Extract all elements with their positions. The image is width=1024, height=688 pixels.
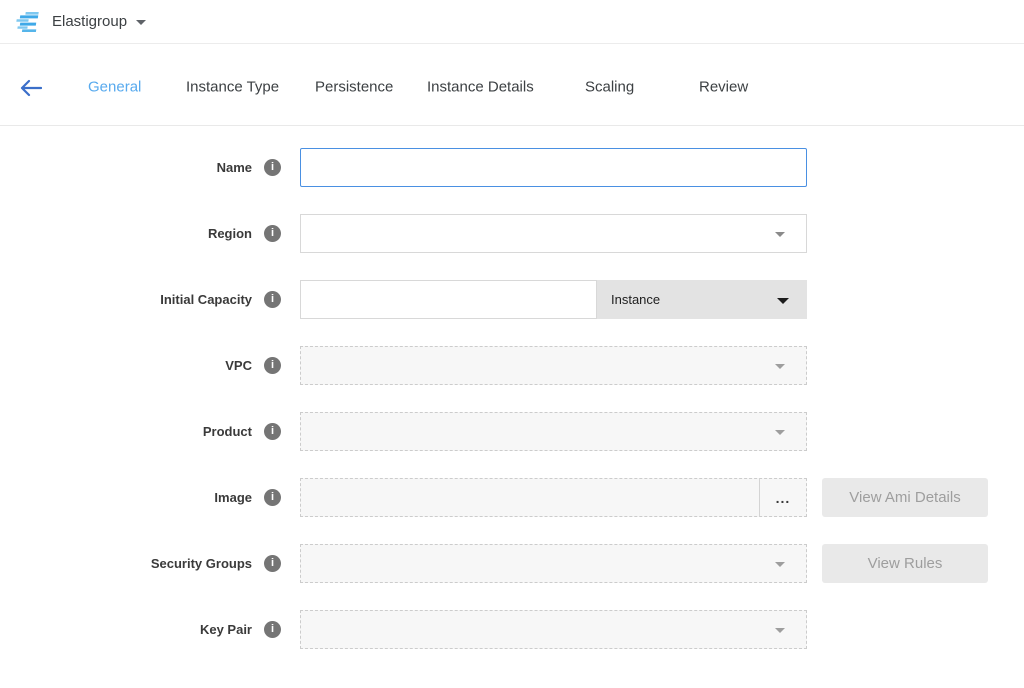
app-switcher-caret-icon[interactable] bbox=[136, 20, 146, 25]
initial-capacity-row: Initial Capacity i Instance bbox=[0, 280, 1024, 319]
region-label: Region bbox=[0, 226, 252, 241]
security-groups-info-icon[interactable]: i bbox=[264, 555, 281, 572]
name-info-icon[interactable]: i bbox=[264, 159, 281, 176]
image-input: ... bbox=[300, 478, 807, 517]
image-label: Image bbox=[0, 490, 252, 505]
product-select bbox=[300, 412, 807, 451]
tab-instance-type[interactable]: Instance Type bbox=[186, 79, 279, 96]
vpc-info-icon[interactable]: i bbox=[264, 357, 281, 374]
region-caret-icon bbox=[775, 232, 785, 237]
name-row: Name i bbox=[0, 148, 1024, 187]
product-row: Product i bbox=[0, 412, 1024, 451]
tab-review[interactable]: Review bbox=[699, 79, 748, 96]
key-pair-caret-icon bbox=[775, 628, 785, 633]
name-label: Name bbox=[0, 160, 252, 175]
vpc-label: VPC bbox=[0, 358, 252, 373]
key-pair-row: Key Pair i bbox=[0, 610, 1024, 649]
security-groups-label: Security Groups bbox=[0, 556, 252, 571]
key-pair-info-icon[interactable]: i bbox=[264, 621, 281, 638]
vpc-caret-icon bbox=[775, 364, 785, 369]
initial-capacity-label: Initial Capacity bbox=[0, 292, 252, 307]
tab-scaling[interactable]: Scaling bbox=[585, 79, 634, 96]
key-pair-label: Key Pair bbox=[0, 622, 252, 637]
capacity-unit-select[interactable]: Instance bbox=[597, 280, 807, 319]
wizard-tab-bar: General Instance Type Persistence Instan… bbox=[0, 44, 1024, 126]
tab-general[interactable]: General bbox=[88, 79, 141, 96]
vpc-row: VPC i bbox=[0, 346, 1024, 385]
security-groups-row: Security Groups i View Rules bbox=[0, 544, 1024, 583]
region-info-icon[interactable]: i bbox=[264, 225, 281, 242]
initial-capacity-info-icon[interactable]: i bbox=[264, 291, 281, 308]
vpc-select bbox=[300, 346, 807, 385]
tab-persistence[interactable]: Persistence bbox=[315, 79, 393, 96]
capacity-unit-caret-icon bbox=[777, 298, 789, 304]
view-ami-details-button[interactable]: View Ami Details bbox=[822, 478, 988, 517]
region-select[interactable] bbox=[300, 214, 807, 253]
image-info-icon[interactable]: i bbox=[264, 489, 281, 506]
view-rules-button[interactable]: View Rules bbox=[822, 544, 988, 583]
name-input[interactable] bbox=[300, 148, 807, 187]
product-caret-icon bbox=[775, 430, 785, 435]
back-arrow-icon[interactable] bbox=[20, 79, 42, 97]
image-browse-button[interactable]: ... bbox=[759, 479, 806, 516]
product-label: Product bbox=[0, 424, 252, 439]
top-bar: Elastigroup bbox=[0, 0, 1024, 44]
capacity-unit-selected-value: Instance bbox=[611, 292, 660, 307]
key-pair-select bbox=[300, 610, 807, 649]
app-switcher-label[interactable]: Elastigroup bbox=[52, 13, 127, 30]
initial-capacity-input[interactable] bbox=[300, 280, 597, 319]
security-groups-caret-icon bbox=[775, 562, 785, 567]
security-groups-select bbox=[300, 544, 807, 583]
image-row: Image i ... View Ami Details bbox=[0, 478, 1024, 517]
region-row: Region i bbox=[0, 214, 1024, 253]
product-info-icon[interactable]: i bbox=[264, 423, 281, 440]
general-settings-form: Name i Region i Initial Capacity i Insta… bbox=[0, 126, 1024, 649]
tab-instance-details[interactable]: Instance Details bbox=[427, 79, 534, 96]
elastigroup-logo-icon bbox=[14, 10, 44, 34]
